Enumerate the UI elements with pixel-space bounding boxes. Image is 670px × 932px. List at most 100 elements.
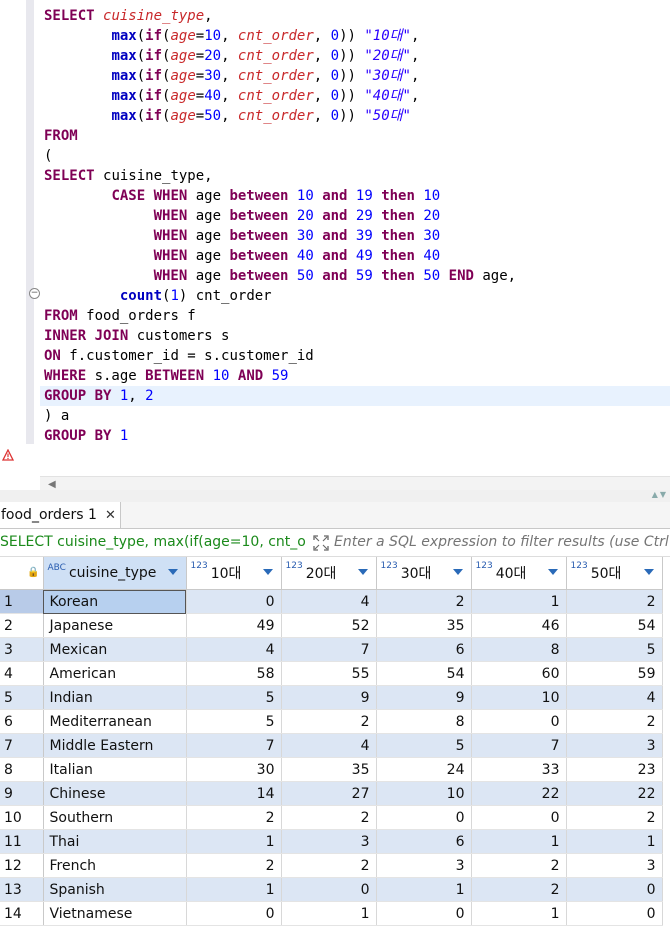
- count-cell[interactable]: 23: [566, 757, 663, 782]
- row-number[interactable]: 8: [0, 757, 44, 782]
- count-cell[interactable]: 3: [566, 733, 663, 758]
- code-line[interactable]: count(1) cnt_order: [44, 286, 272, 306]
- count-cell[interactable]: 55: [281, 661, 377, 686]
- table-row[interactable]: 12 French 2 2 3 2 3: [0, 853, 663, 878]
- table-row[interactable]: 9 Chinese 14 27 10 22 22: [0, 781, 663, 806]
- cuisine-cell[interactable]: Indian: [43, 685, 187, 710]
- row-number[interactable]: 7: [0, 733, 44, 758]
- count-cell[interactable]: 35: [281, 757, 377, 782]
- table-row[interactable]: 6 Mediterranean 5 2 8 0 2: [0, 709, 663, 734]
- table-row[interactable]: 5 Indian 5 9 9 10 4: [0, 685, 663, 710]
- table-row[interactable]: 7 Middle Eastern 7 4 5 7 3: [0, 733, 663, 758]
- code-line[interactable]: ON f.customer_id = s.customer_id: [44, 346, 314, 366]
- row-number[interactable]: 3: [0, 637, 44, 662]
- query-preview[interactable]: SELECT cuisine_type, max(if(age=10, cnt_…: [0, 534, 307, 550]
- count-cell[interactable]: 10: [376, 781, 472, 806]
- count-cell[interactable]: 2: [566, 709, 663, 734]
- column-header[interactable]: 123 10대: [186, 557, 282, 590]
- code-line[interactable]: GROUP BY 1: [44, 426, 128, 446]
- count-cell[interactable]: 2: [376, 589, 472, 614]
- count-cell[interactable]: 1: [376, 877, 472, 902]
- row-number[interactable]: 1: [0, 589, 44, 614]
- column-dropdown-icon[interactable]: [167, 569, 178, 575]
- table-row[interactable]: 11 Thai 1 3 6 1 1: [0, 829, 663, 854]
- results-grid[interactable]: 🔒 ABC cuisine_type 123 10대 123 20대 123 30대 123 40…: [0, 557, 670, 932]
- count-cell[interactable]: 9: [376, 685, 472, 710]
- column-dropdown-icon[interactable]: [262, 569, 273, 575]
- count-cell[interactable]: 8: [471, 637, 567, 662]
- code-line[interactable]: INNER JOIN customers s: [44, 326, 229, 346]
- count-cell[interactable]: 0: [376, 805, 472, 830]
- count-cell[interactable]: 4: [566, 685, 663, 710]
- column-dropdown-icon[interactable]: [643, 569, 654, 575]
- row-number[interactable]: 2: [0, 613, 44, 638]
- cuisine-cell[interactable]: Spanish: [43, 877, 187, 902]
- table-row[interactable]: 14 Vietnamese 0 1 0 1 0: [0, 901, 663, 926]
- count-cell[interactable]: 60: [471, 661, 567, 686]
- column-dropdown-icon[interactable]: [547, 569, 558, 575]
- count-cell[interactable]: 24: [376, 757, 472, 782]
- count-cell[interactable]: 7: [186, 733, 282, 758]
- count-cell[interactable]: 4: [281, 589, 377, 614]
- count-cell[interactable]: 4: [186, 637, 282, 662]
- column-header[interactable]: 123 50대: [566, 557, 663, 590]
- count-cell[interactable]: 35: [376, 613, 472, 638]
- cuisine-cell[interactable]: Chinese: [43, 781, 187, 806]
- count-cell[interactable]: 3: [281, 829, 377, 854]
- count-cell[interactable]: 3: [376, 853, 472, 878]
- count-cell[interactable]: 5: [376, 733, 472, 758]
- code-line[interactable]: FROM: [44, 126, 78, 146]
- row-number[interactable]: 4: [0, 661, 44, 686]
- row-number-header[interactable]: 🔒: [0, 557, 44, 590]
- count-cell[interactable]: 1: [471, 829, 567, 854]
- count-cell[interactable]: 4: [281, 733, 377, 758]
- cuisine-cell[interactable]: Italian: [43, 757, 187, 782]
- maximize-restore-icon[interactable]: ▲▼: [618, 490, 668, 499]
- count-cell[interactable]: 9: [281, 685, 377, 710]
- code-line[interactable]: SELECT cuisine_type,: [44, 6, 213, 26]
- count-cell[interactable]: 3: [566, 853, 663, 878]
- count-cell[interactable]: 5: [186, 709, 282, 734]
- count-cell[interactable]: 1: [281, 901, 377, 926]
- table-row[interactable]: 8 Italian 30 35 24 33 23: [0, 757, 663, 782]
- column-header[interactable]: 123 40대: [471, 557, 567, 590]
- row-number[interactable]: 13: [0, 877, 44, 902]
- table-row[interactable]: 2 Japanese 49 52 35 46 54: [0, 613, 663, 638]
- count-cell[interactable]: 6: [376, 637, 472, 662]
- scroll-left-arrow-icon[interactable]: ◀: [48, 479, 56, 490]
- code-line[interactable]: max(if(age=30, cnt_order, 0)) "30대",: [44, 66, 419, 86]
- cuisine-cell[interactable]: French: [43, 853, 187, 878]
- cuisine-cell[interactable]: Mediterranean: [43, 709, 187, 734]
- sql-editor[interactable]: − SELECT cuisine_type, max(if(age=10, cn…: [0, 0, 670, 476]
- count-cell[interactable]: 2: [566, 805, 663, 830]
- cuisine-cell[interactable]: Middle Eastern: [43, 733, 187, 758]
- count-cell[interactable]: 2: [471, 877, 567, 902]
- row-number[interactable]: 6: [0, 709, 44, 734]
- fold-collapse-icon[interactable]: −: [29, 288, 40, 299]
- results-tab[interactable]: food_orders 1 ✕: [0, 502, 121, 528]
- count-cell[interactable]: 54: [376, 661, 472, 686]
- expand-filter-icon[interactable]: [312, 534, 330, 552]
- cuisine-cell[interactable]: American: [43, 661, 187, 686]
- row-number[interactable]: 5: [0, 685, 44, 710]
- row-number[interactable]: 10: [0, 805, 44, 830]
- count-cell[interactable]: 1: [186, 877, 282, 902]
- count-cell[interactable]: 5: [186, 685, 282, 710]
- count-cell[interactable]: 5: [566, 637, 663, 662]
- count-cell[interactable]: 7: [471, 733, 567, 758]
- cuisine-cell[interactable]: Thai: [43, 829, 187, 854]
- count-cell[interactable]: 59: [566, 661, 663, 686]
- cuisine-cell[interactable]: Japanese: [43, 613, 187, 638]
- count-cell[interactable]: 8: [376, 709, 472, 734]
- code-line[interactable]: WHERE s.age BETWEEN 10 AND 59: [44, 366, 288, 386]
- count-cell[interactable]: 30: [186, 757, 282, 782]
- count-cell[interactable]: 0: [376, 901, 472, 926]
- warning-icon[interactable]: [2, 449, 14, 461]
- row-number[interactable]: 9: [0, 781, 44, 806]
- count-cell[interactable]: 1: [566, 829, 663, 854]
- count-cell[interactable]: 2: [281, 853, 377, 878]
- row-number[interactable]: 12: [0, 853, 44, 878]
- cuisine-cell[interactable]: Southern: [43, 805, 187, 830]
- count-cell[interactable]: 54: [566, 613, 663, 638]
- code-line[interactable]: ) a: [44, 406, 69, 426]
